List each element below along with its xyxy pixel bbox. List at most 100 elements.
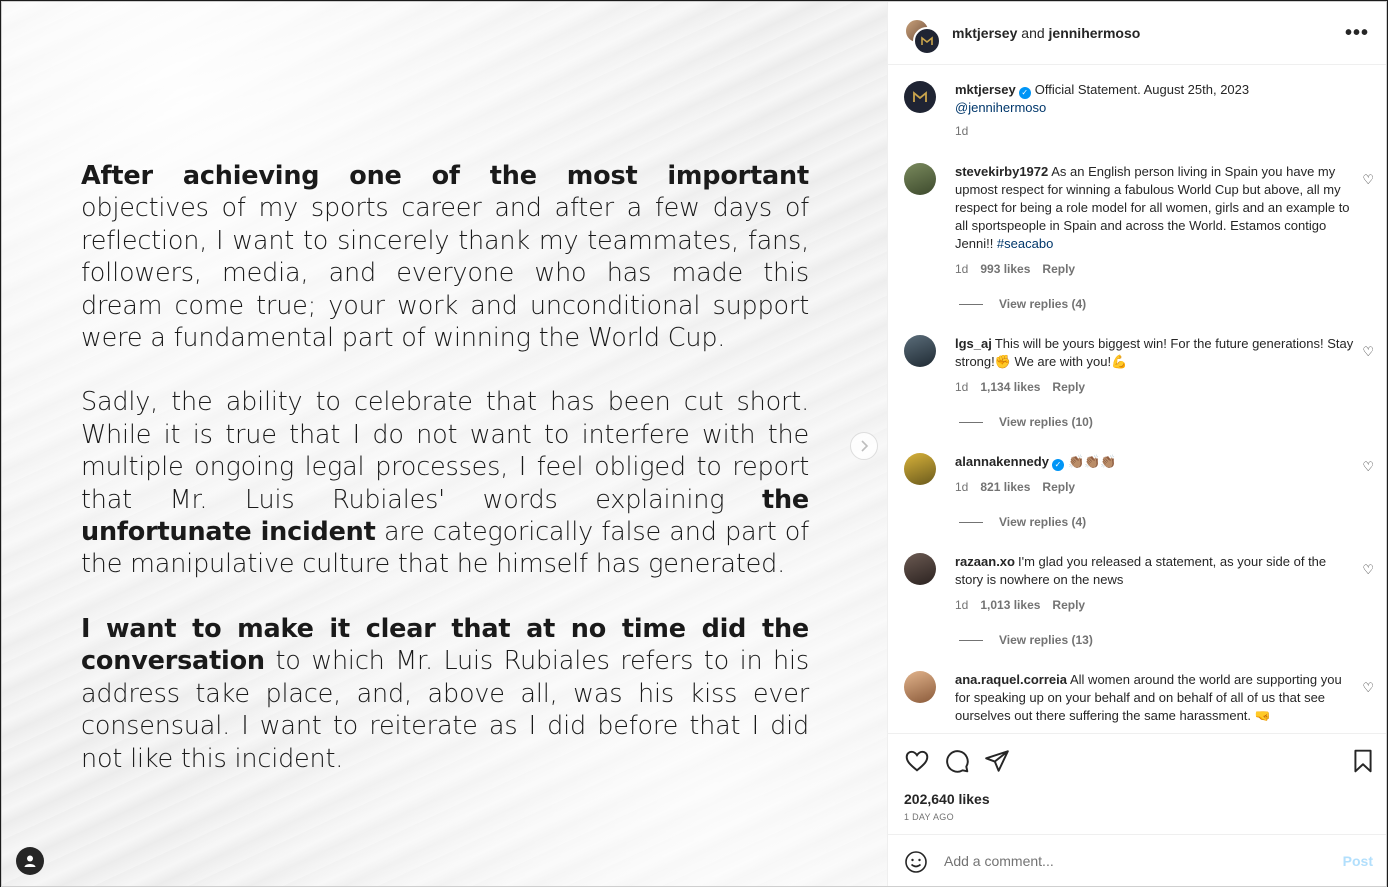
comment-time: 1d (955, 598, 969, 612)
verified-icon: ✓ (1051, 459, 1064, 471)
action-icons (904, 748, 1372, 776)
comment-text: razaan.xo I'm glad you released a stateme… (955, 553, 1355, 589)
post-modal: After achieving one of the most importan… (1, 1, 1387, 887)
comment-item: lgs_aj This will be yours biggest win! Fo… (904, 335, 1374, 429)
statement-paragraph-2: Sadly, the ability to celebrate that has… (81, 386, 809, 580)
likes-count[interactable]: 202,640 likes (904, 791, 990, 807)
brand-logo-icon (913, 91, 927, 102)
comment-meta: 1d 993 likes Reply (955, 262, 1087, 276)
post-image: After achieving one of the most importan… (2, 2, 887, 886)
comment-item: razaan.xo I'm glad you released a stateme… (904, 553, 1374, 647)
avatar[interactable] (904, 81, 936, 113)
comment-time: 1d (955, 380, 969, 394)
comment-icon[interactable] (944, 748, 970, 774)
comment-item: alannakennedy ✓ 👏🏽👏🏽👏🏽 1d 821 likes Reply ♡ … (904, 453, 1374, 529)
avatar[interactable] (904, 453, 936, 485)
comments-list[interactable]: mktjersey ✓ Official Statement. August 25t… (888, 65, 1386, 733)
avatar-mktjersey[interactable] (913, 27, 941, 55)
like-comment-button[interactable]: ♡ (1362, 562, 1374, 578)
avatar[interactable] (904, 553, 936, 585)
like-comment-button[interactable]: ♡ (1362, 459, 1374, 475)
like-comment-button[interactable]: ♡ (1362, 680, 1374, 696)
heart-icon: ♡ (1362, 562, 1374, 577)
reply-button[interactable]: Reply (1052, 380, 1085, 394)
view-replies-button[interactable]: View replies (4) (959, 515, 1086, 529)
comment-meta: 1d 1,013 likes Reply (955, 598, 1097, 612)
comment-username[interactable]: ana.raquel.correia (955, 672, 1067, 687)
caption-body: Official Statement. August 25th, 2023 (1034, 82, 1250, 97)
reply-button[interactable]: Reply (1042, 262, 1075, 276)
like-comment-button[interactable]: ♡ (1362, 344, 1374, 360)
avatar[interactable] (904, 335, 936, 367)
post-header: mktjersey and jennihermoso ••• (888, 2, 1386, 65)
comment-username[interactable]: stevekirby1972 (955, 164, 1048, 179)
statement-bold-1: After achieving one of the most importan… (81, 161, 809, 191)
comment-body: 👏🏽👏🏽👏🏽 (1067, 454, 1117, 469)
heart-icon[interactable] (904, 748, 930, 774)
brand-logo-icon (921, 36, 933, 45)
more-icon: ••• (1344, 22, 1369, 44)
caption-time: 1d (955, 124, 969, 138)
collab-avatars[interactable] (904, 18, 941, 55)
post-authors: mktjersey and jennihermoso (952, 25, 1140, 41)
caption-username[interactable]: mktjersey (955, 82, 1016, 97)
statement-text-2a: Sadly, the ability to celebrate that has… (81, 387, 809, 515)
comment-text: ana.raquel.correia All women around the w… (955, 671, 1355, 725)
comment-username[interactable]: lgs_aj (955, 336, 992, 351)
reply-button[interactable]: Reply (1052, 598, 1085, 612)
comment-time: 1d (955, 262, 969, 276)
heart-icon: ♡ (1362, 344, 1374, 359)
comment-item: stevekirby1972 As an English person livin… (904, 163, 1374, 313)
comment-likes[interactable]: 821 likes (980, 480, 1030, 494)
view-replies-button[interactable]: View replies (13) (959, 633, 1093, 647)
caption: mktjersey ✓ Official Statement. August 25t… (904, 81, 1374, 141)
post-actions: 202,640 likes 1 DAY AGO (888, 733, 1386, 834)
reply-button[interactable]: Reply (1042, 480, 1075, 494)
post-button[interactable]: Post (1343, 853, 1373, 869)
heart-icon: ♡ (1362, 172, 1374, 187)
comment-text: alannakennedy ✓ 👏🏽👏🏽👏🏽 (955, 453, 1355, 471)
author-link-mktjersey[interactable]: mktjersey (952, 25, 1017, 41)
comment-time: 1d (955, 480, 969, 494)
avatar[interactable] (904, 671, 936, 703)
emoji-icon[interactable] (904, 850, 928, 874)
comment-username[interactable]: alannakennedy (955, 454, 1049, 469)
author-link-jennihermoso[interactable]: jennihermoso (1049, 25, 1141, 41)
comment-input[interactable]: Add a comment... (944, 853, 1054, 869)
statement-text: After achieving one of the most importan… (81, 160, 809, 807)
comment-likes[interactable]: 1,013 likes (980, 598, 1040, 612)
comment-item: ana.raquel.correia All women around the w… (904, 671, 1374, 733)
next-image-button[interactable] (850, 432, 878, 460)
avatar[interactable] (904, 163, 936, 195)
add-comment-bar: Add a comment... Post (888, 834, 1386, 886)
tagged-users-button[interactable] (16, 847, 44, 875)
view-replies-button[interactable]: View replies (4) (959, 297, 1086, 311)
verified-icon: ✓ (1018, 87, 1031, 99)
caption-meta: 1d (955, 124, 980, 138)
share-icon[interactable] (984, 748, 1010, 774)
comment-meta: 1d 1,134 likes Reply (955, 380, 1097, 394)
chevron-right-icon (861, 440, 869, 452)
comment-body: This will be yours biggest win! For the … (955, 336, 1354, 369)
user-tag-icon (24, 855, 36, 867)
heart-icon: ♡ (1362, 680, 1374, 695)
comment-likes[interactable]: 1,134 likes (980, 380, 1040, 394)
post-sidebar: mktjersey and jennihermoso ••• mktjersey… (887, 2, 1386, 886)
like-comment-button[interactable]: ♡ (1362, 172, 1374, 188)
bookmark-icon[interactable] (1350, 748, 1376, 774)
comment-text: lgs_aj This will be yours biggest win! Fo… (955, 335, 1355, 371)
authors-and: and (1017, 25, 1049, 41)
heart-icon: ♡ (1362, 459, 1374, 474)
comment-text: stevekirby1972 As an English person livin… (955, 163, 1355, 253)
caption-text: mktjersey ✓ Official Statement. August 25t… (955, 81, 1355, 117)
comment-hashtag[interactable]: #seacabo (997, 236, 1053, 251)
comment-meta: 1d 821 likes Reply (955, 480, 1087, 494)
statement-paragraph-1: After achieving one of the most importan… (81, 160, 809, 354)
caption-mention[interactable]: @jennihermoso (955, 100, 1046, 115)
post-timestamp: 1 DAY AGO (904, 812, 954, 822)
comment-likes[interactable]: 993 likes (980, 262, 1030, 276)
statement-paragraph-3: I want to make it clear that at no time … (81, 613, 809, 775)
more-options-button[interactable]: ••• (1345, 22, 1369, 45)
view-replies-button[interactable]: View replies (10) (959, 415, 1093, 429)
comment-username[interactable]: razaan.xo (955, 554, 1015, 569)
